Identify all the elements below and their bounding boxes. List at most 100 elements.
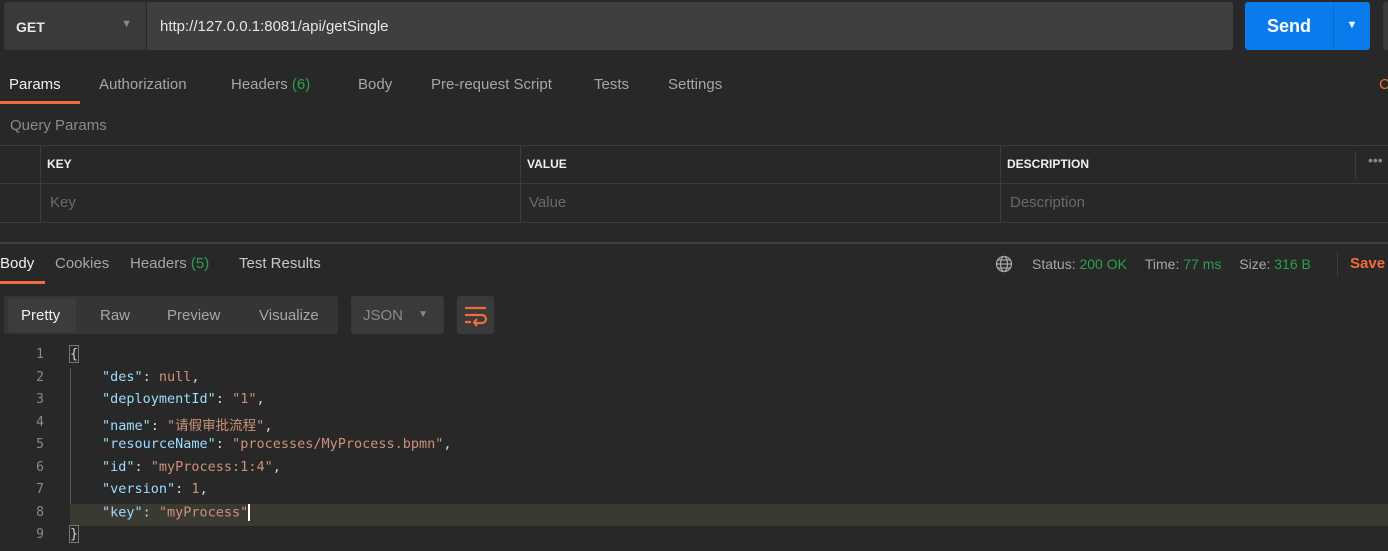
json-value: 1	[191, 481, 200, 497]
code-line: "version": 1,	[102, 481, 208, 497]
wrap-lines-button[interactable]	[457, 296, 494, 334]
json-key: "version"	[102, 481, 176, 497]
tab-pre-request-script[interactable]: Pre-request Script	[431, 76, 552, 93]
mode-pretty[interactable]: Pretty	[21, 307, 60, 324]
json-value: null	[158, 368, 192, 385]
chevron-down-icon: ▼	[121, 18, 132, 30]
json-key: "des"	[102, 368, 143, 385]
divider	[1355, 151, 1356, 179]
tab-authorization[interactable]: Authorization	[99, 76, 187, 93]
send-button[interactable]: Send ▼	[1245, 2, 1370, 50]
line-number: 6	[36, 459, 44, 475]
code-line: }	[68, 525, 80, 543]
tab-tests[interactable]: Tests	[594, 76, 629, 93]
tab-label: Headers	[231, 76, 288, 93]
comma: ,	[272, 458, 281, 475]
divider	[0, 183, 1388, 184]
line-number: 8	[36, 504, 44, 520]
pane-divider[interactable]	[0, 242, 1388, 244]
response-tab-test-results[interactable]: Test Results	[239, 255, 321, 272]
code-line: "key": "myProcess"	[102, 503, 251, 521]
status-value[interactable]: 200 OK	[1079, 256, 1126, 272]
json-value: "myProcess:1:4"	[150, 458, 273, 475]
more-options-icon[interactable]: •••	[1368, 152, 1383, 168]
save-response-button[interactable]: Save	[1350, 255, 1385, 272]
mode-preview[interactable]: Preview	[167, 307, 220, 324]
brace: {	[68, 345, 80, 363]
wrap-icon	[465, 306, 488, 327]
description-input[interactable]: Description	[1010, 194, 1085, 211]
current-line-highlight	[70, 504, 1388, 526]
mode-raw[interactable]: Raw	[100, 307, 130, 324]
code-line: "id": "myProcess:1:4",	[102, 458, 281, 475]
divider	[520, 145, 521, 222]
comma: ,	[191, 368, 200, 385]
divider	[0, 222, 1388, 223]
tab-label: Headers	[130, 255, 187, 272]
line-number: 4	[36, 414, 44, 430]
save-request-button[interactable]	[1383, 2, 1388, 50]
line-number: 2	[36, 369, 44, 385]
format-select[interactable]: JSON ▼	[351, 296, 444, 334]
comma: ,	[264, 417, 273, 434]
code-line: "deploymentId": "1",	[102, 391, 265, 407]
value-input[interactable]: Value	[529, 194, 566, 211]
json-value: "myProcess"	[158, 504, 249, 520]
tab-params[interactable]: Params	[9, 76, 61, 93]
line-number: 5	[36, 437, 44, 452]
headers-count: (5)	[190, 255, 210, 272]
globe-icon[interactable]	[995, 255, 1013, 273]
text-cursor	[248, 503, 251, 521]
comma: ,	[256, 391, 265, 407]
cookies-link[interactable]: C	[1379, 76, 1388, 93]
column-header-value: VALUE	[527, 157, 567, 171]
query-params-title: Query Params	[10, 117, 107, 134]
line-number: 9	[36, 527, 44, 542]
response-tab-cookies[interactable]: Cookies	[55, 255, 109, 272]
json-value: "1"	[232, 391, 257, 407]
tab-headers[interactable]: Headers (6)	[231, 76, 310, 93]
response-tab-headers[interactable]: Headers (5)	[130, 255, 209, 272]
time-value[interactable]: 77 ms	[1183, 256, 1221, 272]
mode-visualize[interactable]: Visualize	[259, 307, 319, 324]
tab-body[interactable]: Body	[358, 76, 392, 93]
send-label: Send	[1267, 16, 1312, 36]
tab-underline	[0, 281, 45, 284]
json-key: "deploymentId"	[102, 391, 216, 407]
format-value: JSON	[363, 307, 404, 324]
status-label: Status:	[1032, 256, 1076, 272]
url-input[interactable]: http://127.0.0.1:8081/api/getSingle	[147, 2, 1233, 50]
json-key: "id"	[102, 458, 135, 475]
comma: ,	[443, 436, 452, 452]
size-value[interactable]: 316 B	[1274, 256, 1311, 272]
column-header-description: DESCRIPTION	[1007, 157, 1090, 171]
divider	[40, 145, 41, 222]
divider	[0, 145, 1388, 146]
code-line: "resourceName": "processes/MyProcess.bpm…	[102, 436, 452, 452]
json-value: "请假审批流程"	[167, 417, 265, 434]
json-key: "key"	[102, 504, 143, 520]
line-number: 7	[36, 482, 44, 497]
indent-guide	[70, 368, 71, 504]
divider	[1000, 145, 1001, 222]
time-label: Time:	[1144, 256, 1180, 272]
response-tab-body[interactable]: Body	[0, 255, 34, 272]
send-dropdown-icon[interactable]: ▼	[1333, 2, 1370, 50]
method-select[interactable]: GET ▼	[4, 2, 146, 50]
line-number: 3	[36, 392, 44, 407]
size-label: Size:	[1239, 256, 1271, 272]
column-header-key: KEY	[47, 157, 72, 171]
brace: }	[68, 525, 80, 543]
tab-settings[interactable]: Settings	[668, 76, 722, 93]
response-meta: Status: 200 OK Time: 77 ms Size: 316 B	[1032, 256, 1311, 272]
json-value: "processes/MyProcess.bpmn"	[232, 436, 444, 452]
chevron-down-icon: ▼	[418, 309, 428, 320]
code-line: "name": "请假审批流程",	[102, 417, 273, 434]
method-value: GET	[16, 19, 45, 35]
line-number: 1	[36, 347, 44, 362]
tab-underline	[0, 101, 80, 104]
comma: ,	[199, 481, 208, 497]
key-input[interactable]: Key	[50, 194, 76, 211]
json-key: "resourceName"	[102, 436, 216, 452]
code-line: {	[68, 345, 80, 363]
